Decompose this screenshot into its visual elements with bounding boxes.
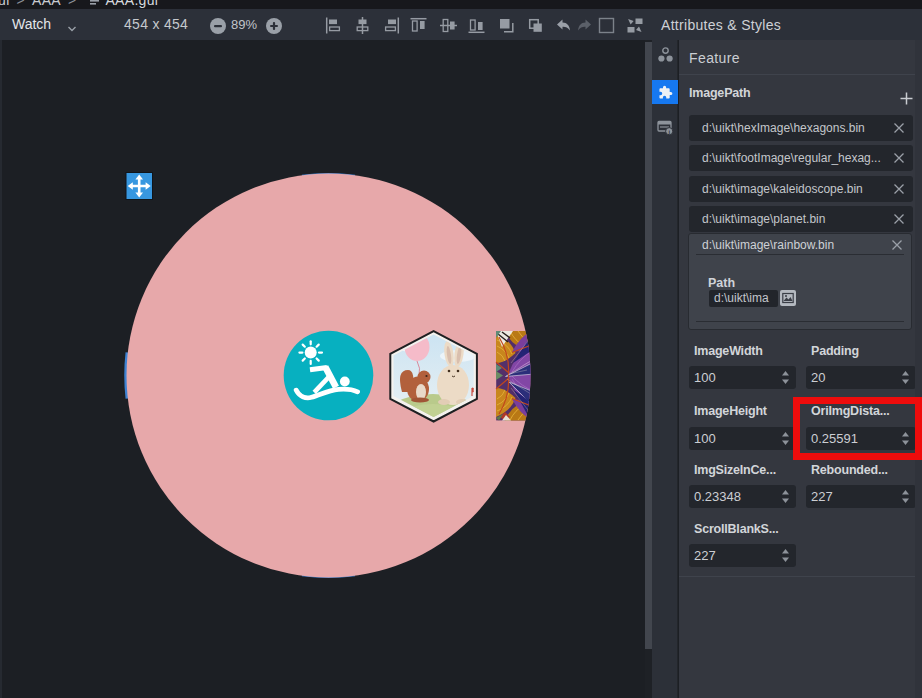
prop-field-imageheight[interactable]: 100: [689, 427, 796, 450]
align-top-icon[interactable]: [410, 17, 427, 34]
prop-label-imgsizeince: ImgSizeInCe...: [694, 463, 776, 477]
divider: [696, 254, 904, 255]
path-input[interactable]: d:\uikt\ima: [709, 290, 778, 307]
remove-path-icon[interactable]: [893, 122, 905, 134]
spinner-arrows[interactable]: [781, 489, 790, 504]
design-canvas[interactable]: [2, 40, 645, 698]
spinner-arrows[interactable]: [901, 489, 910, 504]
prop-field-rebounded[interactable]: 227: [806, 485, 916, 508]
selection-box-icon[interactable]: [598, 17, 615, 34]
imagepath-value[interactable]: d:\uikt\image\kaleidoscope.bin: [702, 176, 887, 202]
gui-file-icon: [89, 0, 100, 4]
prop-label-padding: Padding: [811, 344, 859, 358]
spinner-arrows[interactable]: [901, 370, 910, 385]
redo-icon[interactable]: [576, 17, 593, 34]
align-left-icon[interactable]: [325, 17, 342, 34]
path-field-label: Path: [708, 276, 735, 290]
prop-label-scrollblanks: ScrollBlankS...: [694, 522, 779, 536]
prop-field-padding[interactable]: 20: [806, 366, 916, 389]
zoom-level: 89%: [231, 9, 257, 40]
send-backward-icon[interactable]: [527, 17, 544, 34]
align-center-horizontal-icon[interactable]: [354, 17, 371, 34]
imagepath-row[interactable]: d:\uikt\hexImage\hexagons.bin: [689, 115, 913, 141]
tab-form-info[interactable]: i: [652, 115, 678, 139]
imagepath-value[interactable]: d:\uikt\hexImage\hexagons.bin: [702, 115, 887, 141]
chevron-down-icon[interactable]: [66, 21, 78, 36]
toolbar: Watch 454 x 454 89% Attributes & Styles: [0, 9, 922, 40]
canvas-scene: [2, 40, 645, 698]
move-handle[interactable]: [126, 173, 153, 200]
swap-widget-icon[interactable]: [626, 17, 643, 34]
imagepath-expanded-group: d:\uikt\image\rainbow.bin Path d:\uikt\i…: [688, 233, 912, 330]
align-right-icon[interactable]: [383, 17, 400, 34]
bring-forward-icon[interactable]: [498, 17, 515, 34]
imagepath-value[interactable]: d:\uikt\image\rainbow.bin: [702, 235, 887, 255]
prop-label-rebounded: Rebounded...: [811, 463, 888, 477]
prop-value[interactable]: 227: [811, 485, 833, 508]
zoom-in-button[interactable]: [266, 18, 282, 34]
imagepath-row[interactable]: d:\uikt\footImage\regular_hexag...: [689, 145, 913, 171]
panel-tab-strip: i: [652, 40, 678, 698]
item-kaleidoscope[interactable]: [496, 330, 585, 421]
imagepath-row-expanded[interactable]: d:\uikt\image\rainbow.bin: [689, 235, 911, 255]
zoom-out-button[interactable]: [210, 18, 226, 34]
attributes-panel: Feature ImagePath d:\uikt\hexImage\hexag…: [679, 40, 922, 698]
align-middle-vertical-icon[interactable]: [440, 17, 457, 34]
align-bottom-icon[interactable]: [468, 17, 485, 34]
feature-header: Feature: [689, 50, 740, 66]
breadcrumb-parent[interactable]: AAA: [32, 0, 61, 8]
item-swim-badge[interactable]: [284, 331, 374, 421]
divider: [679, 576, 922, 577]
canvas-vertical-scrollbar[interactable]: [645, 40, 652, 698]
imagepath-row[interactable]: d:\uikt\image\kaleidoscope.bin: [689, 176, 913, 202]
prop-value[interactable]: 227: [694, 544, 716, 567]
spinner-arrows[interactable]: [781, 431, 790, 446]
canvas-size-indicator: 454 x 454: [124, 9, 188, 40]
prop-value[interactable]: 100: [694, 366, 716, 389]
spinner-arrows[interactable]: [781, 370, 790, 385]
prop-label-imageheight: ImageHeight: [694, 404, 767, 418]
remove-path-icon[interactable]: [891, 239, 903, 251]
image-picker-button[interactable]: [780, 290, 796, 306]
divider: [696, 321, 904, 322]
remove-path-icon[interactable]: [893, 152, 905, 164]
prop-value[interactable]: 20: [811, 366, 825, 389]
imagepath-section-label: ImagePath: [689, 86, 750, 100]
imagepath-value[interactable]: d:\uikt\image\planet.bin: [702, 206, 887, 232]
tab-structure[interactable]: [652, 43, 678, 67]
prop-field-scrollblanks[interactable]: 227: [689, 544, 796, 567]
scrollbar-thumb[interactable]: [645, 42, 652, 649]
prop-value[interactable]: 100: [694, 427, 716, 450]
prop-value[interactable]: 0.23348: [694, 485, 741, 508]
breadcrumb-separator: >: [17, 0, 25, 8]
prop-field-imgsizeince[interactable]: 0.23348: [689, 485, 796, 508]
remove-path-icon[interactable]: [893, 183, 905, 195]
divider: [679, 74, 922, 75]
prop-field-imagewidth[interactable]: 100: [689, 366, 796, 389]
breadcrumb[interactable]: gui > AAA > AAA.gui: [0, 0, 158, 8]
breadcrumb-bar: gui > AAA > AAA.gui: [0, 0, 922, 9]
imagepath-value[interactable]: d:\uikt\footImage\regular_hexag...: [702, 145, 887, 171]
breadcrumb-separator: >: [68, 0, 76, 8]
breadcrumb-prefix[interactable]: gui: [0, 0, 10, 8]
tab-feature[interactable]: [652, 80, 678, 104]
spinner-arrows[interactable]: [781, 548, 790, 563]
panel-scrollbar-gutter: [915, 40, 922, 698]
remove-path-icon[interactable]: [893, 213, 905, 225]
undo-icon[interactable]: [555, 17, 572, 34]
add-imagepath-button[interactable]: [900, 92, 913, 105]
breadcrumb-file[interactable]: AAA.gui: [105, 0, 158, 8]
watch-dropdown[interactable]: Watch: [12, 9, 51, 40]
highlight-red-box: [793, 397, 922, 460]
gui-editor-window: gui > AAA > AAA.gui Watch 454 x 454 89% Attr…: [0, 0, 922, 698]
imagepath-row[interactable]: d:\uikt\image\planet.bin: [689, 206, 913, 232]
panel-title: Attributes & Styles: [661, 9, 781, 40]
prop-label-imagewidth: ImageWidth: [694, 344, 763, 358]
